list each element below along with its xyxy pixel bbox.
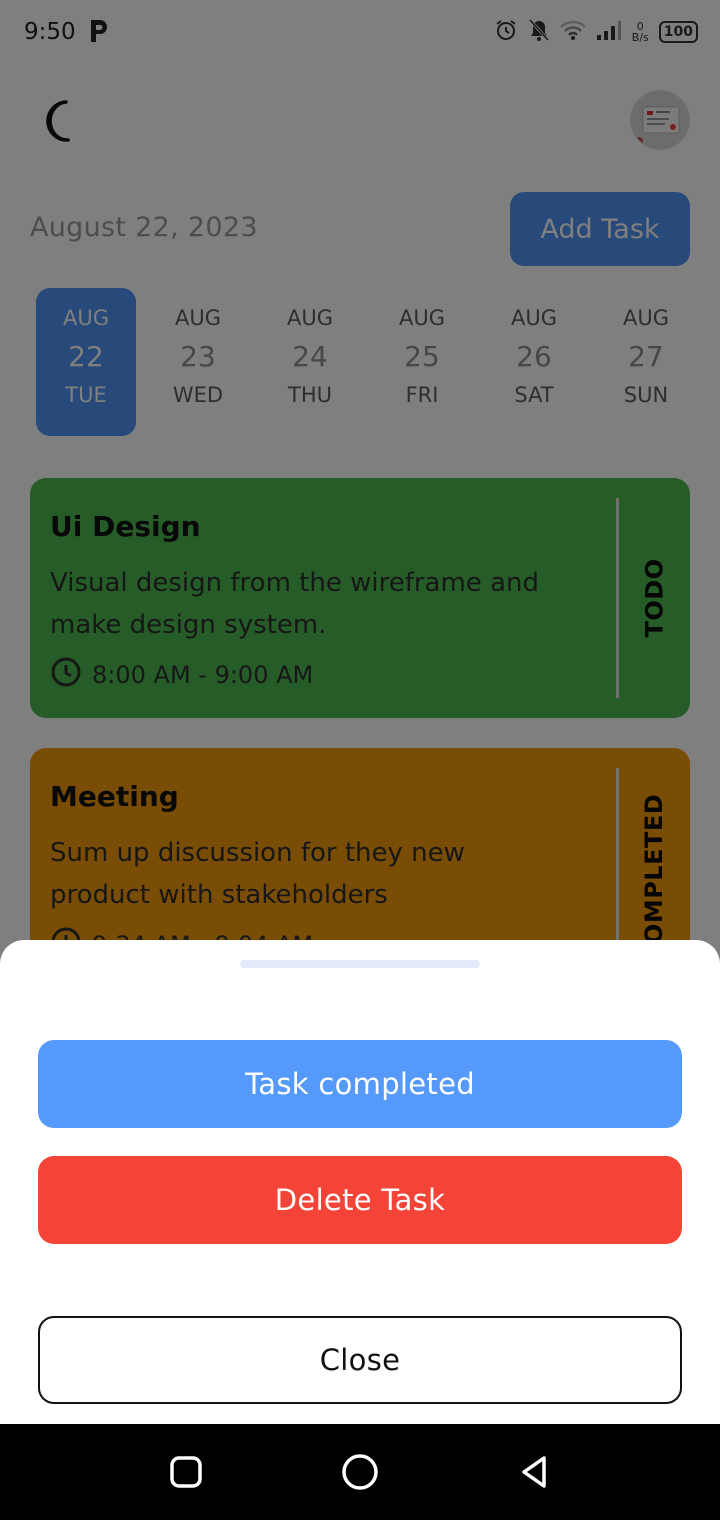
task-completed-button[interactable]: Task completed bbox=[38, 1040, 682, 1128]
app-screen: 9:50 0 B/s 100 bbox=[0, 0, 720, 1520]
system-nav-bar bbox=[0, 1424, 720, 1520]
bottom-sheet: Task completed Delete Task Close bbox=[0, 940, 720, 1424]
recents-square-icon[interactable] bbox=[162, 1448, 210, 1496]
sheet-drag-handle[interactable] bbox=[240, 960, 480, 968]
back-triangle-icon[interactable] bbox=[510, 1448, 558, 1496]
home-circle-icon[interactable] bbox=[336, 1448, 384, 1496]
delete-task-button[interactable]: Delete Task bbox=[38, 1156, 682, 1244]
close-button[interactable]: Close bbox=[38, 1316, 682, 1404]
